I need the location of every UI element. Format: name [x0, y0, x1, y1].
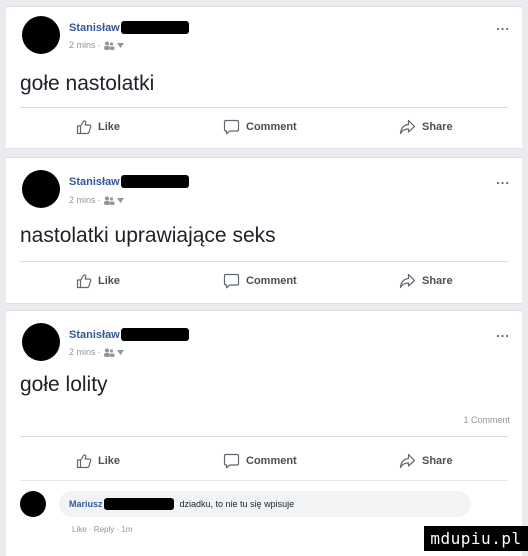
share-icon — [399, 119, 416, 135]
share-button[interactable]: Share — [399, 453, 453, 469]
post-meta: 2 mins · — [69, 347, 124, 357]
post-text: gołe nastolatki — [20, 72, 155, 95]
redaction-bar — [120, 21, 189, 34]
author-name[interactable]: Stanisław — [69, 176, 120, 188]
comment-icon — [223, 453, 240, 469]
share-label: Share — [422, 121, 453, 133]
post-author[interactable]: Stanisław — [69, 21, 189, 34]
comment-button[interactable]: Comment — [223, 119, 297, 135]
redaction-bar — [103, 498, 174, 510]
post-meta: 2 mins · — [69, 195, 124, 205]
post-time[interactable]: 2 mins — [69, 40, 96, 50]
comment-label: Comment — [246, 275, 297, 287]
watermark-logo: mdupiu.pl — [424, 526, 528, 551]
share-icon — [399, 273, 416, 289]
share-icon — [399, 453, 416, 469]
chevron-down-icon[interactable] — [116, 42, 124, 48]
share-label: Share — [422, 275, 453, 287]
comment-button[interactable]: Comment — [223, 273, 297, 289]
post-text: nastolatki uprawiające seks — [20, 224, 276, 247]
friends-icon — [103, 348, 115, 357]
share-label: Share — [422, 455, 453, 467]
like-label: Like — [98, 275, 121, 287]
avatar[interactable] — [22, 16, 60, 54]
like-icon — [76, 454, 92, 469]
like-icon — [76, 274, 92, 289]
avatar[interactable] — [22, 170, 60, 208]
divider — [20, 480, 508, 481]
comment-bubble: Mariusz dziadku, to nie tu się wpisuje — [59, 491, 471, 517]
friends-icon — [103, 196, 115, 205]
like-button[interactable]: Like — [76, 453, 120, 469]
like-label: Like — [98, 121, 121, 133]
author-name[interactable]: Stanisław — [69, 22, 120, 34]
redaction-bar — [120, 328, 189, 341]
post-time[interactable]: 2 mins — [69, 347, 96, 357]
comment-count[interactable]: 1 Comment — [463, 415, 510, 425]
share-button[interactable]: Share — [399, 273, 453, 289]
divider — [20, 261, 508, 262]
like-icon — [76, 120, 92, 135]
share-button[interactable]: Share — [399, 119, 453, 135]
avatar[interactable] — [22, 323, 60, 361]
post-author[interactable]: Stanisław — [69, 175, 189, 188]
friends-icon — [103, 41, 115, 50]
redaction-bar — [120, 175, 189, 188]
commenter-avatar[interactable] — [20, 491, 46, 517]
comment-icon — [223, 273, 240, 289]
post-1: Stanisław 2 mins · ... gołe nastolatki L… — [6, 6, 522, 149]
chevron-down-icon[interactable] — [116, 197, 124, 203]
like-label: Like — [98, 455, 121, 467]
divider — [20, 107, 508, 108]
post-2: Stanisław 2 mins · ... nastolatki uprawi… — [6, 157, 522, 304]
post-time[interactable]: 2 mins — [69, 195, 96, 205]
post-meta: 2 mins · — [69, 40, 124, 50]
comment-button[interactable]: Comment — [223, 453, 297, 469]
comment-label: Comment — [246, 121, 297, 133]
comment-label: Comment — [246, 455, 297, 467]
post-text: gołe lolity — [20, 373, 108, 396]
author-name[interactable]: Stanisław — [69, 329, 120, 341]
more-options-icon[interactable]: ... — [496, 172, 510, 187]
chevron-down-icon[interactable] — [116, 349, 124, 355]
more-options-icon[interactable]: ... — [496, 18, 510, 33]
commenter-name[interactable]: Mariusz — [69, 499, 103, 509]
like-button[interactable]: Like — [76, 119, 120, 135]
comment-actions[interactable]: Like · Reply · 1m — [72, 525, 132, 534]
post-author[interactable]: Stanisław — [69, 328, 189, 341]
comment-icon — [223, 119, 240, 135]
post-3: Stanisław 2 mins · ... gołe lolity 1 Com… — [6, 310, 522, 556]
divider — [20, 436, 508, 437]
comment-text: dziadku, to nie tu się wpisuje — [179, 499, 295, 509]
more-options-icon[interactable]: ... — [496, 325, 510, 340]
like-button[interactable]: Like — [76, 273, 120, 289]
